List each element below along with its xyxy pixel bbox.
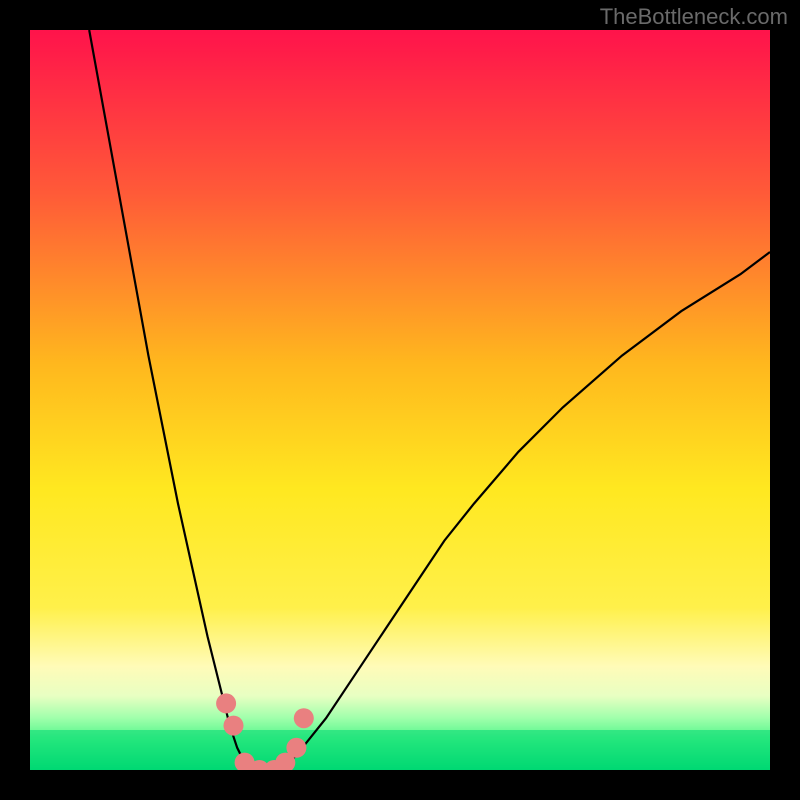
chart-plot-area	[30, 30, 770, 770]
valley-marker	[216, 693, 236, 713]
valley-marker	[294, 708, 314, 728]
valley-marker	[224, 716, 244, 736]
valley-marker	[286, 738, 306, 758]
chart-svg	[30, 30, 770, 770]
watermark-text: TheBottleneck.com	[600, 4, 788, 30]
green-band	[30, 730, 770, 770]
gradient-background	[30, 30, 770, 770]
